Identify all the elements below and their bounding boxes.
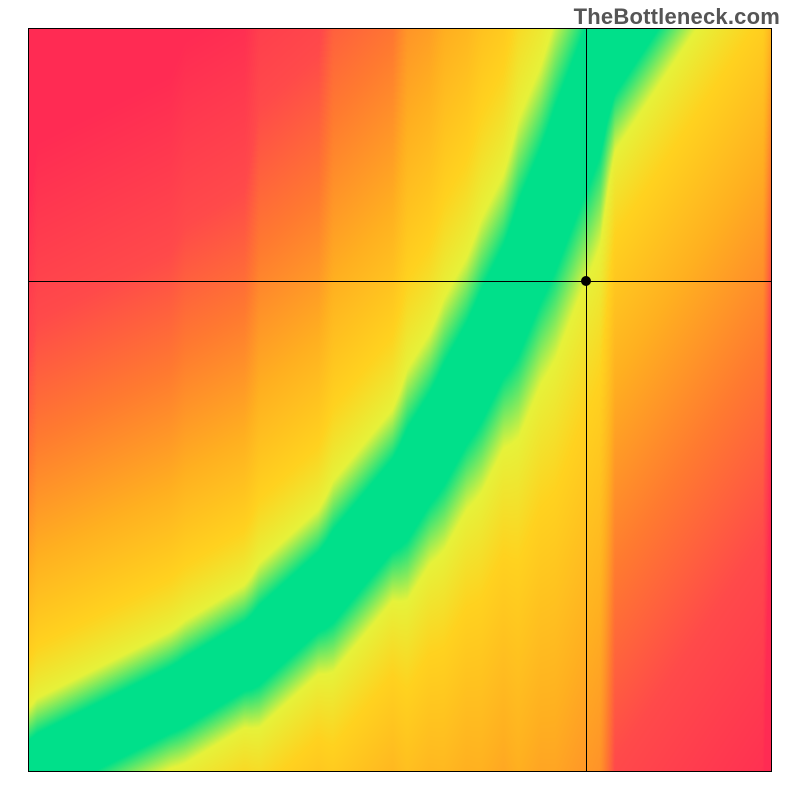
crosshair-vertical bbox=[586, 29, 587, 771]
heatmap-canvas bbox=[29, 29, 771, 771]
watermark-text: TheBottleneck.com bbox=[574, 4, 780, 30]
crosshair-horizontal bbox=[29, 281, 771, 282]
heatmap-plot bbox=[28, 28, 772, 772]
marker-dot bbox=[581, 276, 591, 286]
